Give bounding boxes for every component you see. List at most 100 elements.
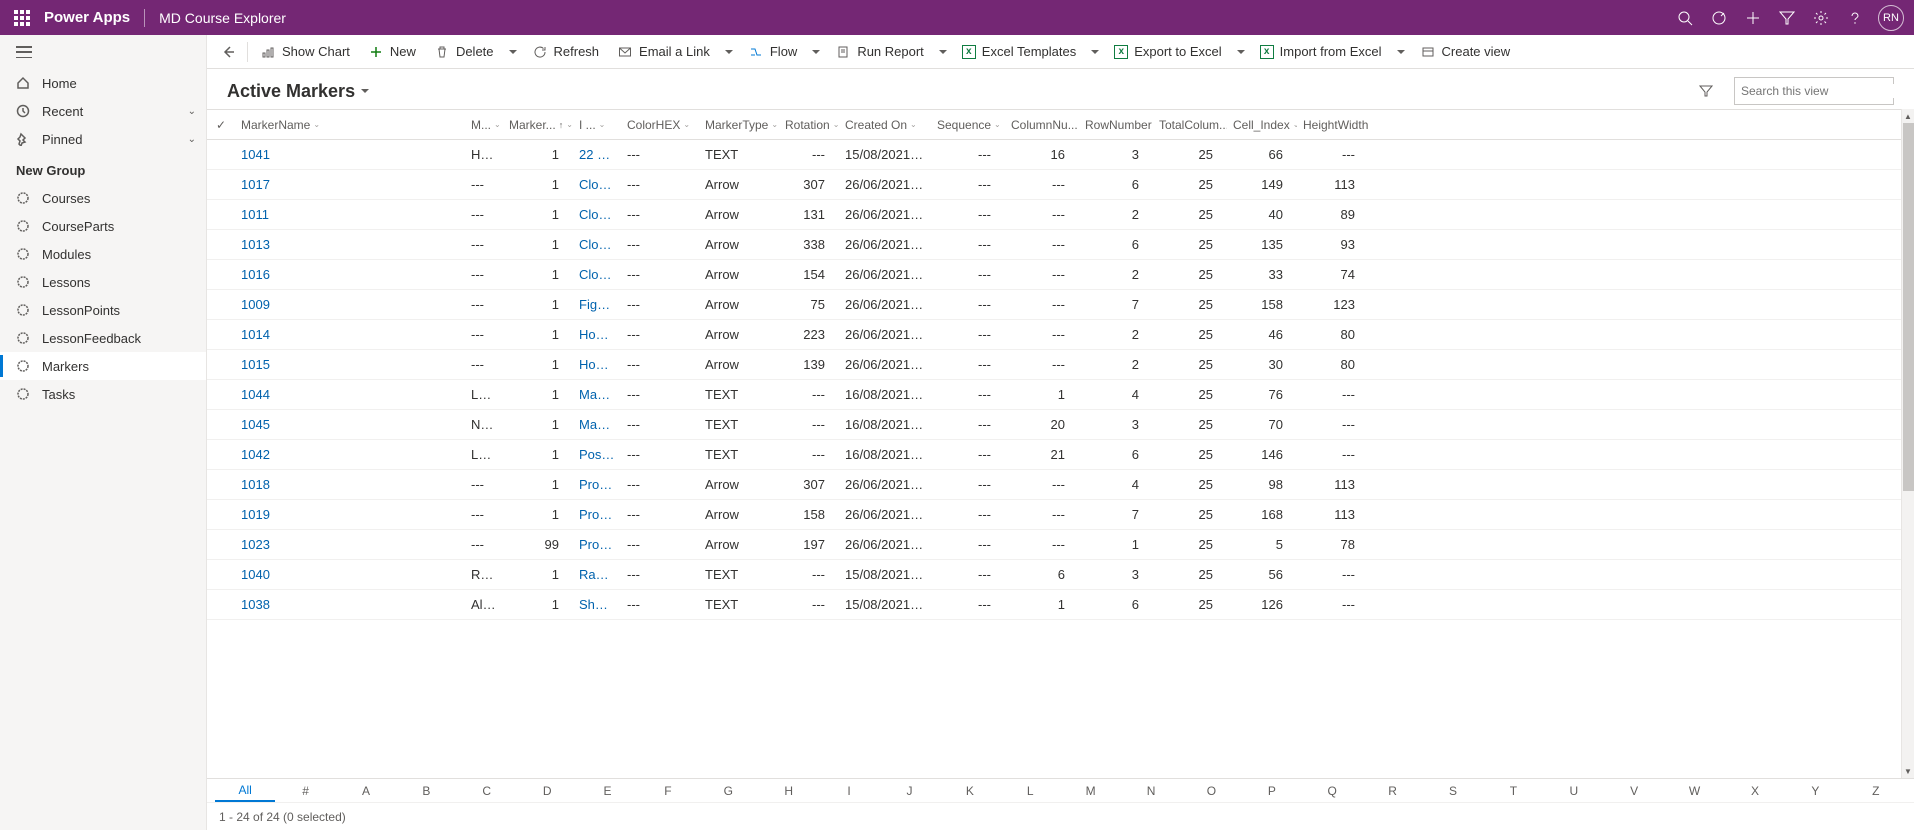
nav-entity-courses[interactable]: Courses — [0, 184, 206, 212]
alpha-jump[interactable]: G — [698, 784, 758, 798]
cell-i[interactable]: How hu — [573, 320, 621, 350]
nav-pinned[interactable]: Pinned ⌄ — [0, 125, 206, 153]
user-avatar[interactable]: RN — [1878, 5, 1904, 31]
alpha-jump[interactable]: D — [517, 784, 577, 798]
target-icon[interactable] — [1702, 0, 1736, 35]
cell-i[interactable]: Figure ( — [573, 290, 621, 320]
cmd-email-more[interactable] — [720, 36, 738, 68]
nav-entity-tasks[interactable]: Tasks — [0, 380, 206, 408]
nav-home[interactable]: Home — [0, 69, 206, 97]
table-row[interactable]: 1009---1Figure (---Arrow7526/06/2021 1..… — [207, 290, 1914, 320]
table-row[interactable]: 1011---1Closure---Arrow13126/06/2021 1..… — [207, 200, 1914, 230]
cmd-export-more[interactable] — [1232, 36, 1250, 68]
alpha-jump[interactable]: L — [1000, 784, 1060, 798]
alpha-jump[interactable]: All — [215, 779, 275, 802]
cell-markername[interactable]: 1040 — [235, 560, 465, 590]
cmd-flow-more[interactable] — [807, 36, 825, 68]
cell-i[interactable]: Massive — [573, 380, 621, 410]
table-row[interactable]: 1042Lei...1Position---TEXT---16/08/2021 … — [207, 440, 1914, 470]
cmd-excel-templates[interactable]: xExcel Templates — [954, 36, 1084, 68]
row-checkbox[interactable] — [207, 200, 235, 230]
row-checkbox[interactable] — [207, 560, 235, 590]
add-icon[interactable] — [1736, 0, 1770, 35]
row-checkbox[interactable] — [207, 350, 235, 380]
cmd-flow[interactable]: Flow — [740, 36, 805, 68]
cmd-import-excel[interactable]: xImport from Excel — [1252, 36, 1390, 68]
row-checkbox[interactable] — [207, 380, 235, 410]
cmd-excel-tpl-more[interactable] — [1086, 36, 1104, 68]
row-checkbox[interactable] — [207, 590, 235, 620]
row-checkbox[interactable] — [207, 470, 235, 500]
col-header[interactable]: Marker... ↑⌄ — [503, 110, 573, 140]
row-checkbox[interactable] — [207, 320, 235, 350]
data-grid[interactable]: ✓MarkerName⌄M...⌄Marker... ↑⌄I ...⌄Color… — [207, 109, 1914, 778]
alpha-jump[interactable]: X — [1725, 784, 1785, 798]
col-header[interactable]: M...⌄ — [465, 110, 503, 140]
cmd-delete[interactable]: Delete — [426, 36, 502, 68]
cell-i[interactable]: Closure — [573, 230, 621, 260]
table-row[interactable]: 1023---99Proximi---Arrow19726/06/2021 2.… — [207, 530, 1914, 560]
cell-markername[interactable]: 1041 — [235, 140, 465, 170]
cmd-email[interactable]: Email a Link — [609, 36, 718, 68]
cell-i[interactable]: Should — [573, 590, 621, 620]
alpha-jump[interactable]: O — [1181, 784, 1241, 798]
table-row[interactable]: 1016---1Closure---Arrow15426/06/2021 1..… — [207, 260, 1914, 290]
alpha-jump[interactable]: A — [336, 784, 396, 798]
nav-entity-lessonfeedback[interactable]: LessonFeedback — [0, 324, 206, 352]
app-launcher-icon[interactable] — [14, 10, 30, 26]
cell-i[interactable]: Proximi — [573, 530, 621, 560]
alpha-jump[interactable]: R — [1362, 784, 1422, 798]
alpha-jump[interactable]: S — [1423, 784, 1483, 798]
cell-i[interactable]: Closure — [573, 260, 621, 290]
cell-markername[interactable]: 1045 — [235, 410, 465, 440]
row-checkbox[interactable] — [207, 260, 235, 290]
cell-markername[interactable]: 1023 — [235, 530, 465, 560]
cell-markername[interactable]: 1017 — [235, 170, 465, 200]
table-row[interactable]: 1041He'...122 wins---TEXT---15/08/2021 1… — [207, 140, 1914, 170]
col-header[interactable]: Cell_Index⌄ — [1227, 110, 1297, 140]
row-checkbox[interactable] — [207, 290, 235, 320]
cell-i[interactable]: 22 wins — [573, 140, 621, 170]
sidebar-toggle[interactable] — [16, 46, 32, 58]
alpha-jump[interactable]: T — [1483, 784, 1543, 798]
table-row[interactable]: 1017---1Closure---Arrow30726/06/2021 1..… — [207, 170, 1914, 200]
cell-i[interactable]: Proximi — [573, 500, 621, 530]
col-header[interactable]: ColorHEX⌄ — [621, 110, 699, 140]
cell-markername[interactable]: 1013 — [235, 230, 465, 260]
row-checkbox[interactable] — [207, 500, 235, 530]
table-row[interactable]: 1014---1How hu---Arrow22326/06/2021 1...… — [207, 320, 1914, 350]
table-row[interactable]: 1019---1Proximi---Arrow15826/06/2021 1..… — [207, 500, 1914, 530]
alpha-jump[interactable]: N — [1121, 784, 1181, 798]
alpha-jump[interactable]: V — [1604, 784, 1664, 798]
cmd-import-more[interactable] — [1392, 36, 1410, 68]
alpha-jump[interactable]: Y — [1785, 784, 1845, 798]
cell-i[interactable]: How hu — [573, 350, 621, 380]
alpha-jump[interactable]: Z — [1846, 784, 1906, 798]
alpha-jump[interactable]: I — [819, 784, 879, 798]
col-header[interactable]: Rotation⌄ — [779, 110, 839, 140]
row-checkbox[interactable] — [207, 530, 235, 560]
cell-i[interactable]: Ranieri — [573, 560, 621, 590]
search-box[interactable] — [1734, 77, 1894, 105]
cell-i[interactable]: Closure — [573, 200, 621, 230]
alpha-jump[interactable]: # — [275, 784, 335, 798]
nav-entity-modules[interactable]: Modules — [0, 240, 206, 268]
back-button[interactable] — [215, 36, 243, 68]
col-header[interactable]: TotalColum...⌄ — [1153, 110, 1227, 140]
col-header[interactable]: HeightWidth⌄ — [1297, 110, 1369, 140]
col-header[interactable]: RowNumber⌄ — [1079, 110, 1153, 140]
cell-markername[interactable]: 1044 — [235, 380, 465, 410]
alpha-jump[interactable]: C — [457, 784, 517, 798]
row-checkbox[interactable] — [207, 410, 235, 440]
cell-markername[interactable]: 1011 — [235, 200, 465, 230]
cell-i[interactable]: Position — [573, 440, 621, 470]
table-row[interactable]: 1040Ra...1Ranieri---TEXT---15/08/2021 1.… — [207, 560, 1914, 590]
settings-icon[interactable] — [1804, 0, 1838, 35]
alpha-jump[interactable]: Q — [1302, 784, 1362, 798]
row-checkbox[interactable] — [207, 440, 235, 470]
cmd-new[interactable]: New — [360, 36, 424, 68]
view-selector[interactable]: Active Markers — [227, 81, 369, 102]
cmd-export-excel[interactable]: xExport to Excel — [1106, 36, 1229, 68]
table-row[interactable]: 1013---1Closure---Arrow33826/06/2021 1..… — [207, 230, 1914, 260]
cmd-refresh[interactable]: Refresh — [524, 36, 608, 68]
